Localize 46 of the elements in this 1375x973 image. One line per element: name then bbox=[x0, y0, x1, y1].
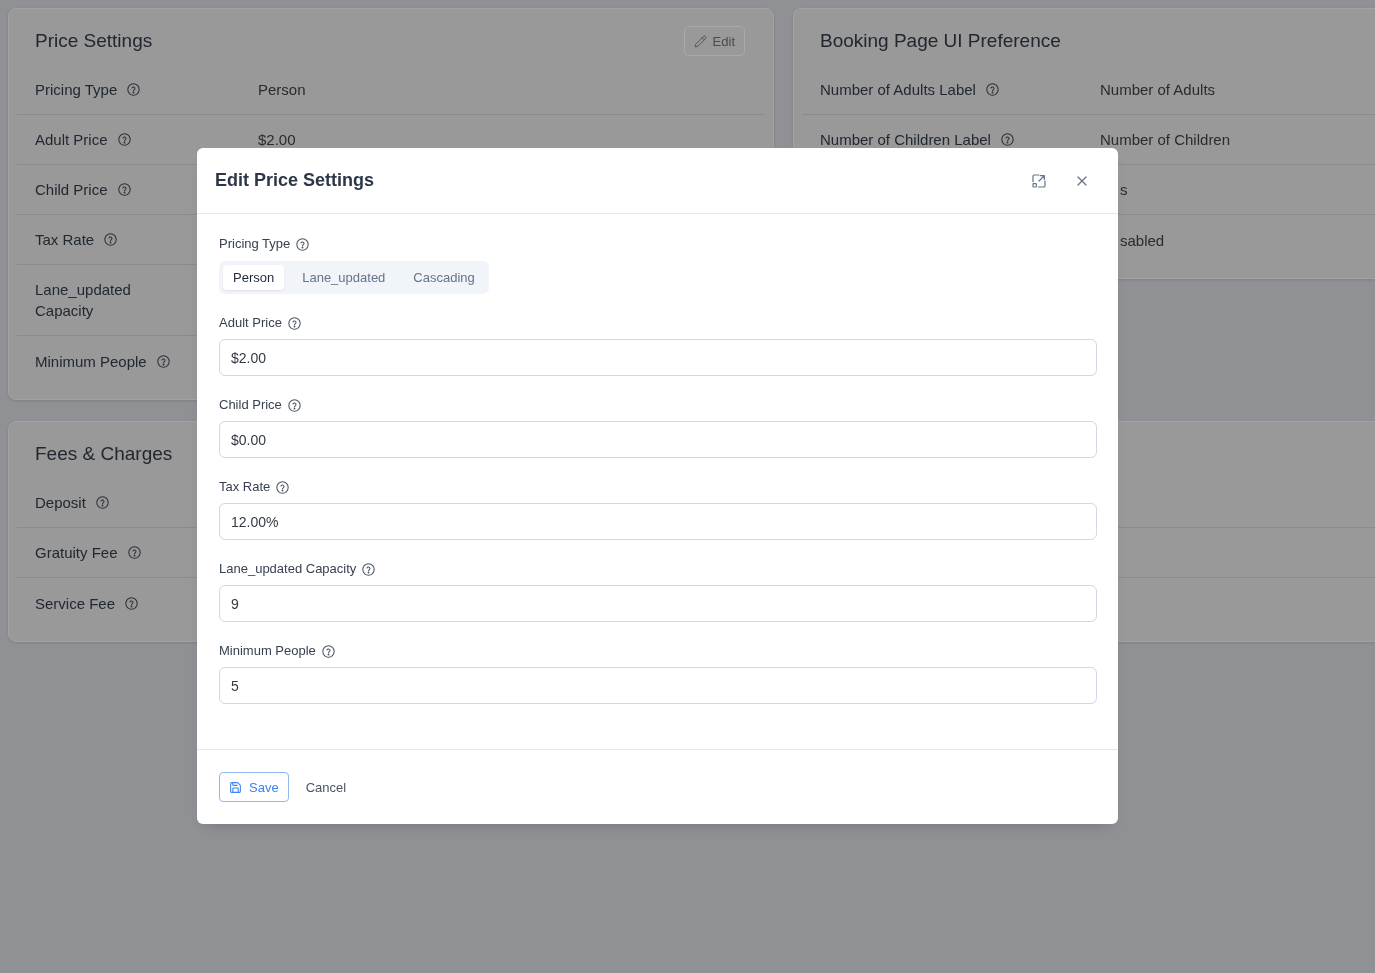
field-label: Minimum People bbox=[219, 642, 316, 660]
help-icon bbox=[287, 398, 301, 412]
input-field[interactable]: $2.00 bbox=[219, 339, 1097, 376]
field-label: Number of Adults Label bbox=[820, 80, 976, 100]
field-label: Tax Rate bbox=[219, 478, 271, 496]
input-field[interactable]: 12.00% bbox=[219, 503, 1097, 540]
segment-tab[interactable]: Cascading bbox=[403, 265, 485, 290]
field-label: Service Fee bbox=[35, 593, 116, 614]
field-value: sabled bbox=[1120, 231, 1165, 249]
save-button[interactable]: Save bbox=[219, 772, 289, 802]
help-icon bbox=[276, 480, 290, 494]
save-icon bbox=[229, 780, 242, 794]
help-icon bbox=[321, 644, 335, 658]
field-label: Tax Rate bbox=[35, 230, 95, 250]
field-value: Person bbox=[258, 81, 306, 98]
field-label: Deposit bbox=[35, 493, 86, 513]
field-value: Number of Children bbox=[1100, 131, 1231, 148]
input-field[interactable]: $0.00 bbox=[219, 421, 1097, 458]
field-value: $2.00 bbox=[258, 131, 296, 148]
pencil-icon bbox=[693, 34, 707, 48]
help-icon bbox=[287, 316, 301, 330]
expand-icon[interactable] bbox=[1031, 172, 1047, 189]
card-title: Price Settings bbox=[35, 30, 153, 52]
modal-title: Edit Price Settings bbox=[215, 170, 375, 191]
field-label: Lane_updated Capacity bbox=[219, 560, 357, 578]
input-field[interactable]: 5 bbox=[219, 667, 1097, 704]
field-label: Lane_updated Capacity bbox=[35, 280, 132, 321]
field-label: Gratuity Fee bbox=[35, 543, 118, 563]
segment-tab[interactable]: Person bbox=[223, 265, 285, 290]
field-label: Adult Price bbox=[219, 314, 282, 332]
help-icon bbox=[296, 237, 310, 251]
field-label: Child Price bbox=[219, 396, 282, 414]
card-title: Fees & Charges bbox=[35, 443, 173, 465]
field-label: Minimum People bbox=[35, 351, 147, 372]
field-value: s bbox=[1120, 181, 1128, 198]
help-icon bbox=[362, 562, 376, 576]
cancel-button[interactable]: Cancel bbox=[297, 772, 355, 802]
card-title: Booking Page UI Preference bbox=[820, 30, 1061, 52]
field-label: Number of Children Label bbox=[820, 130, 991, 150]
field-label: Pricing Type bbox=[219, 235, 291, 253]
field-label: Pricing Type bbox=[35, 80, 118, 100]
field-value: Number of Adults bbox=[1100, 81, 1216, 98]
field-label: Adult Price bbox=[35, 130, 108, 150]
field-label: Child Price bbox=[35, 180, 108, 200]
segment-tab[interactable]: Lane_updated bbox=[292, 265, 396, 290]
input-field[interactable]: 9 bbox=[219, 585, 1097, 622]
